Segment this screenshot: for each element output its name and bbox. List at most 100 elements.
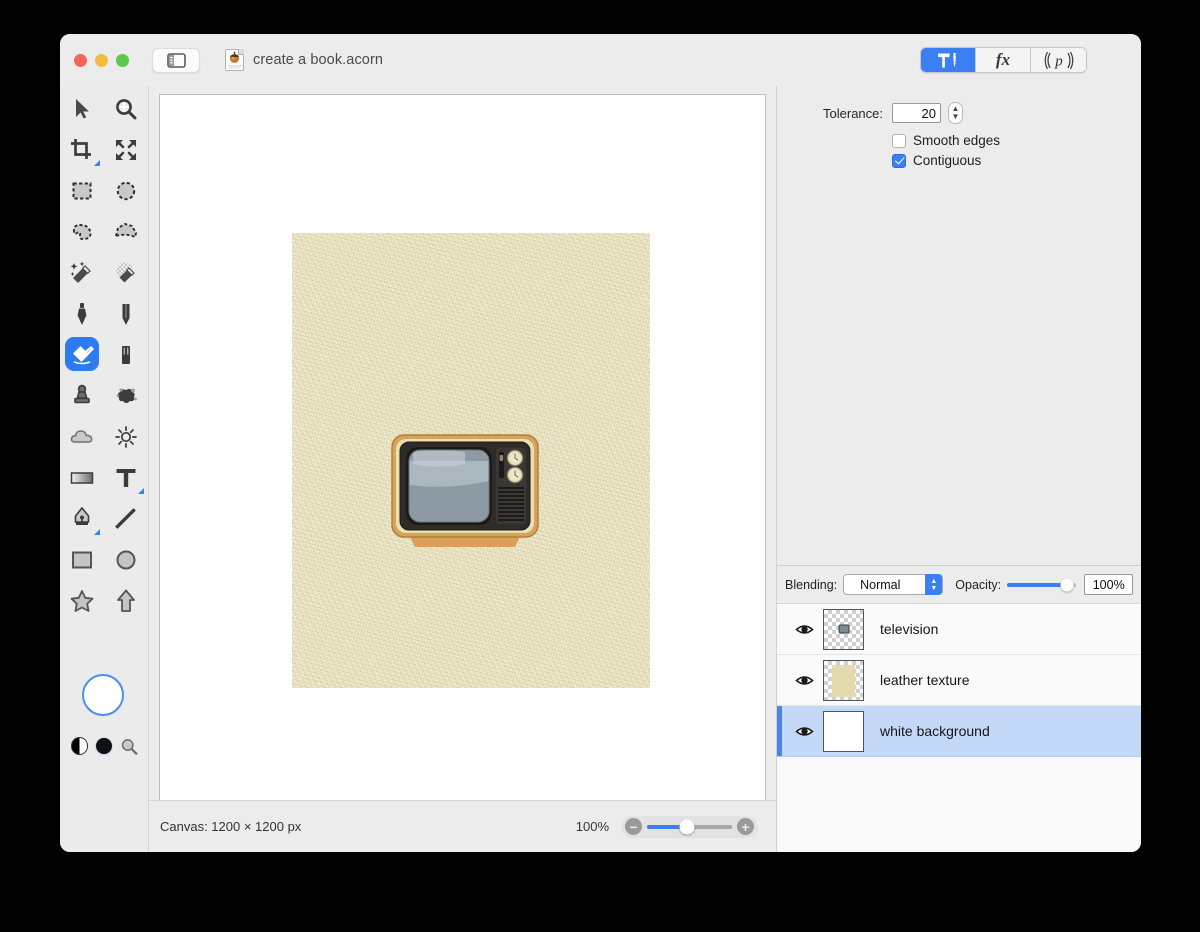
opacity-value-field[interactable]: 100% [1084, 574, 1133, 595]
hammer-tool-icon [937, 52, 956, 68]
zoom-in-button[interactable]: + [737, 818, 754, 835]
layer-thumbnail[interactable] [823, 608, 864, 650]
minimize-button[interactable] [95, 53, 108, 67]
tab-tool-options[interactable] [921, 48, 976, 72]
contiguous-row[interactable]: Contiguous [892, 153, 1123, 168]
tool-submenu-indicator[interactable] [94, 160, 100, 166]
sidebar-toggle-button[interactable] [152, 47, 200, 73]
layer-list: television leather texture white backgro… [777, 603, 1141, 852]
tab-filters[interactable]: fx [976, 48, 1031, 72]
stepper-down-icon[interactable]: ▼ [952, 113, 960, 121]
brush-tool[interactable] [60, 293, 104, 334]
crop-tool[interactable] [60, 129, 104, 170]
maximize-button[interactable] [116, 53, 129, 67]
tool-submenu-indicator[interactable] [94, 529, 100, 535]
layer-name: white background [880, 723, 990, 739]
clone-stamp-tool[interactable] [60, 375, 104, 416]
canvas[interactable] [159, 94, 766, 823]
move-tool[interactable] [60, 88, 104, 129]
rectangle-marquee-icon [72, 182, 92, 199]
thumbnail-content [832, 664, 855, 697]
document-title: create a book.acorn [253, 52, 384, 68]
smooth-edges-checkbox[interactable] [892, 133, 906, 148]
tab-filters-label: fx [995, 50, 1011, 69]
svg-text:p: p [1054, 53, 1063, 69]
acorn-document-icon [225, 49, 244, 71]
tab-palettes[interactable]: p [1031, 48, 1086, 72]
text-t-icon [116, 468, 136, 487]
tool-submenu-indicator[interactable] [138, 488, 144, 494]
eraser-tool[interactable] [104, 334, 148, 375]
window-controls [74, 53, 129, 67]
eye-visibility-icon[interactable] [795, 671, 814, 690]
close-button[interactable] [74, 53, 87, 67]
inspector-panel: Tolerance: 20 ▲ ▼ Smooth edges Contiguou… [776, 86, 1141, 852]
app-window: create a book.acorn fx p Canvas: 1200 × … [60, 34, 1141, 852]
document-chip[interactable]: create a book.acorn [225, 49, 383, 71]
pen-nib-icon [74, 506, 90, 525]
pencil-tool[interactable] [104, 293, 148, 334]
ellipse-marquee-icon [116, 181, 136, 200]
elliptical-select-tool[interactable] [104, 170, 148, 211]
half-circle-icon[interactable] [71, 737, 89, 755]
blending-mode-select[interactable]: Normal ▲ ▼ [843, 574, 944, 595]
layer-name: leather texture [880, 672, 970, 688]
layer-row-leather-texture[interactable]: leather texture [777, 655, 1141, 706]
inspector-tab-group: fx p [920, 47, 1087, 73]
zoom-out-button[interactable]: − [625, 818, 642, 835]
paint-bucket-icon [73, 345, 95, 364]
layer-row-television[interactable]: television [777, 604, 1141, 655]
opacity-fill [1007, 582, 1067, 587]
zoom-track[interactable] [647, 819, 732, 834]
zoom-percent-label: 100% [575, 819, 609, 834]
arrow-shape-tool[interactable] [104, 580, 148, 621]
background-color-swatch[interactable] [95, 737, 113, 755]
line-tool[interactable] [104, 498, 148, 539]
tolerance-input[interactable]: 20 [892, 103, 941, 123]
ellipse-shape-icon [116, 550, 136, 569]
star-shape-icon [70, 589, 94, 612]
status-bar: Canvas: 1200 × 1200 px 100% − + [149, 800, 776, 852]
polygon-select-tool[interactable] [104, 211, 148, 252]
contiguous-label: Contiguous [913, 153, 982, 168]
eye-visibility-icon[interactable] [795, 722, 814, 741]
layer-row-white-background[interactable]: white background [777, 706, 1141, 757]
dodge-tool[interactable] [104, 416, 148, 457]
contiguous-checkbox[interactable] [892, 153, 906, 168]
tool-palette [60, 86, 149, 852]
magic-wand-tool[interactable] [60, 252, 104, 293]
smudge-tool[interactable] [104, 375, 148, 416]
layer-thumbnail[interactable] [823, 710, 864, 752]
paint-bucket-tool[interactable] [60, 334, 104, 375]
lasso-select-tool[interactable] [60, 211, 104, 252]
foreground-color-well[interactable] [82, 674, 124, 716]
blur-tool[interactable] [60, 416, 104, 457]
move-arrows-icon [116, 139, 136, 160]
opacity-slider[interactable] [1007, 578, 1077, 591]
rectangle-shape-tool[interactable] [60, 539, 104, 580]
opacity-knob[interactable] [1060, 578, 1074, 591]
gradient-icon [70, 471, 94, 484]
canvas-frame [149, 86, 776, 823]
ellipse-shape-tool[interactable] [104, 539, 148, 580]
bezier-pen-tool[interactable] [60, 498, 104, 539]
rectangular-select-tool[interactable] [60, 170, 104, 211]
tolerance-stepper[interactable]: ▲ ▼ [948, 102, 963, 124]
thumbnail-content [838, 624, 849, 634]
zoom-knob[interactable] [679, 819, 695, 834]
zoom-slider[interactable]: − + [621, 815, 758, 838]
eye-visibility-icon[interactable] [795, 620, 814, 639]
zoom-tool[interactable] [104, 88, 148, 129]
sun-dodge-icon [115, 425, 137, 448]
layer-thumbnail[interactable] [823, 659, 864, 701]
transform-tool[interactable] [104, 129, 148, 170]
star-shape-tool[interactable] [60, 580, 104, 621]
chevron-updown-icon[interactable]: ▲ ▼ [925, 574, 943, 595]
eraser-icon [122, 345, 130, 364]
gradient-tool[interactable] [60, 457, 104, 498]
text-tool[interactable] [104, 457, 148, 498]
magnifier-icon[interactable] [120, 737, 138, 756]
instant-alpha-tool[interactable] [104, 252, 148, 293]
smooth-edges-row[interactable]: Smooth edges [892, 133, 1123, 148]
blending-label: Blending: [785, 577, 838, 592]
